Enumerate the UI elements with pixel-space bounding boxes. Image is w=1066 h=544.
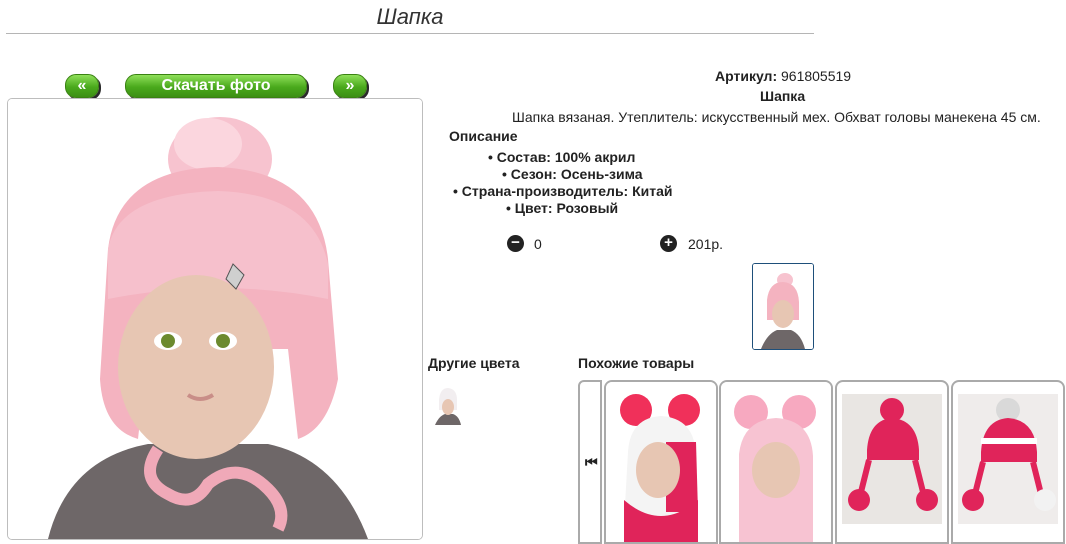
carousel-prev-button[interactable]: ⏮ — [578, 380, 602, 544]
spec-season: Сезон: Осень-зима — [502, 166, 643, 182]
minus-icon[interactable]: − — [507, 235, 524, 252]
main-product-photo[interactable] — [7, 98, 423, 540]
title-divider — [6, 33, 814, 34]
description-heading: Описание — [449, 128, 518, 144]
other-color-image — [435, 388, 461, 425]
spec-country: Страна-производитель: Китай — [453, 183, 673, 199]
thumbnail-image — [753, 264, 813, 349]
download-photo-button[interactable]: Скачать фото — [125, 74, 307, 98]
similar-product-card-4[interactable] — [951, 380, 1065, 544]
next-photo-button[interactable]: » — [333, 74, 367, 98]
similar-product-image-1 — [606, 382, 716, 542]
article-value: 961805519 — [781, 68, 852, 84]
product-name: Шапка — [760, 88, 806, 104]
similar-product-card-3[interactable] — [835, 380, 949, 544]
article-line: Артикул: 961805519 — [715, 68, 851, 84]
other-colors-heading: Другие цвета — [428, 355, 520, 371]
similar-product-card-1[interactable] — [604, 380, 718, 544]
article-label: Артикул: — [715, 68, 778, 84]
similar-product-image-3 — [842, 394, 942, 524]
plus-icon[interactable]: + — [660, 235, 677, 252]
spec-composition: Состав: 100% акрил — [488, 149, 636, 165]
prev-photo-button[interactable]: « — [65, 74, 99, 98]
photo-thumbnail[interactable] — [752, 263, 814, 350]
other-color-thumbnail[interactable] — [433, 380, 463, 425]
price-value: 201р. — [688, 236, 724, 252]
page-title: Шапка — [376, 4, 444, 29]
quantity-value: 0 — [534, 236, 542, 252]
similar-product-card-2[interactable] — [719, 380, 833, 544]
similar-product-image-2 — [721, 382, 831, 542]
product-description: Шапка вязаная. Утеплитель: искусственный… — [512, 109, 1041, 125]
hat-photo-image — [8, 99, 422, 539]
similar-products-heading: Похожие товары — [578, 355, 695, 371]
spec-color: Цвет: Розовый — [506, 200, 618, 216]
first-arrow-icon: ⏮ — [585, 454, 598, 470]
similar-product-image-4 — [958, 394, 1058, 524]
